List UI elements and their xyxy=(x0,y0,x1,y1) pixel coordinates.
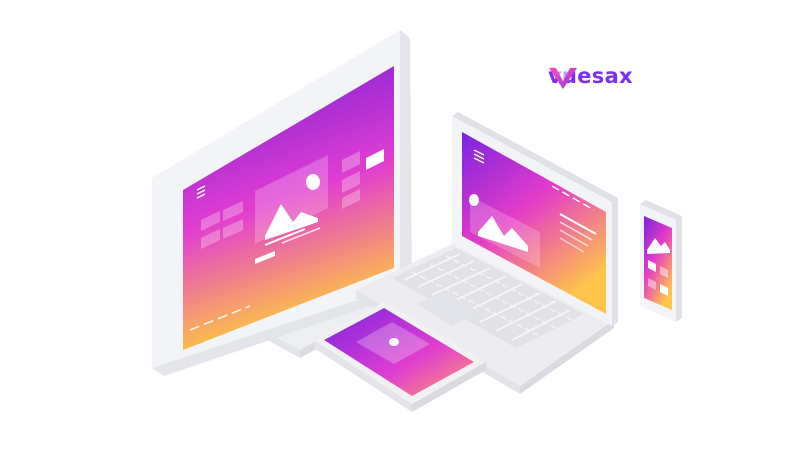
hero-illustration: vuesax xyxy=(0,0,787,455)
vuesax-v-logo-icon xyxy=(549,67,577,89)
brand-logo: vuesax xyxy=(548,66,633,89)
devices-illustration xyxy=(152,30,682,412)
image-placeholder-icon xyxy=(389,338,399,346)
smartphone xyxy=(640,200,682,322)
